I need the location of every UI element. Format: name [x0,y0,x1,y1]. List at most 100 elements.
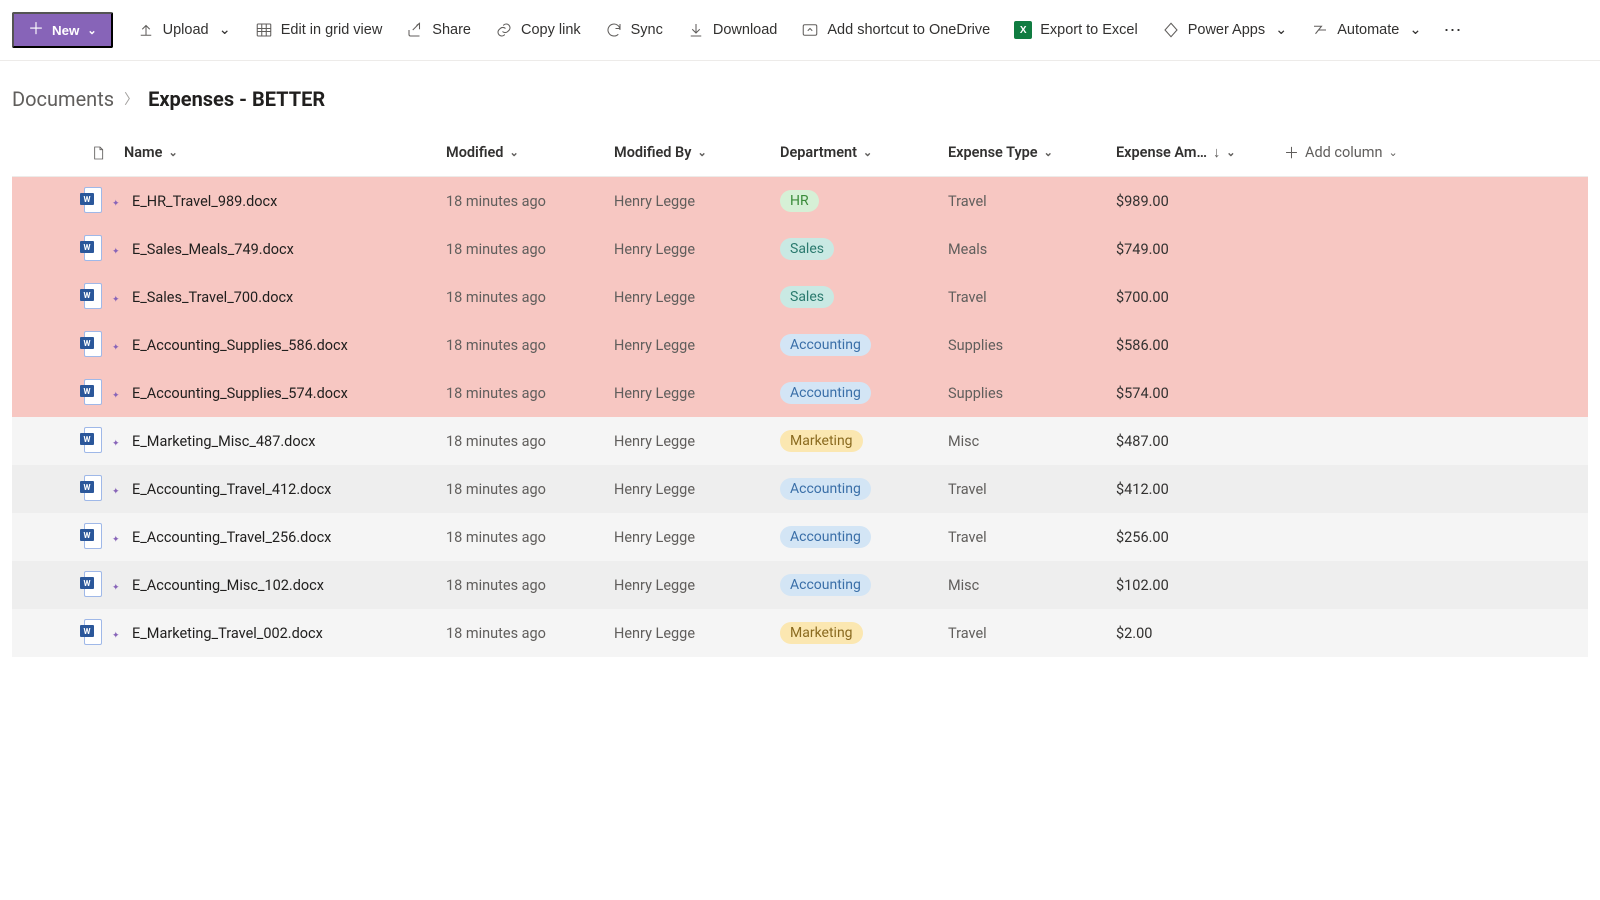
file-name-link[interactable]: E_HR_Travel_989.docx [132,193,277,210]
share-label: Share [432,22,471,38]
edit-grid-label: Edit in grid view [281,22,383,38]
word-doc-icon [80,331,100,355]
modified-by-cell[interactable]: Henry Legge [610,573,776,598]
table-row[interactable]: E_Sales_Travel_700.docx 18 minutes agoHen… [12,273,1588,321]
department-pill: Marketing [780,622,863,644]
expense-amount-column-header[interactable]: Expense Am… ↓ ⌄ [1112,132,1280,173]
modified-cell: 18 minutes ago [442,573,610,598]
file-name-link[interactable]: E_Accounting_Misc_102.docx [132,577,324,594]
expense-amount-cell: $574.00 [1112,381,1280,406]
name-column-header[interactable]: Name ⌄ [120,132,442,173]
table-row[interactable]: E_Accounting_Travel_256.docx 18 minutes a… [12,513,1588,561]
modified-by-cell[interactable]: Henry Legge [610,189,776,214]
chevron-down-icon: ⌄ [863,146,872,159]
breadcrumb-root[interactable]: Documents [12,87,114,111]
expense-amount-column-label: Expense Am… [1116,144,1207,161]
department-column-label: Department [780,144,857,161]
table-row[interactable]: E_Accounting_Travel_412.docx18 minutes a… [12,465,1588,513]
shortcut-icon [801,21,819,39]
file-name-link[interactable]: E_Marketing_Misc_487.docx [132,433,315,450]
sync-label: Sync [631,22,663,38]
automate-button[interactable]: Automate ⌄ [1301,15,1431,45]
department-pill: Accounting [780,382,871,404]
file-name-link[interactable]: E_Accounting_Supplies_574.docx [132,385,348,402]
more-actions-button[interactable]: ⋯ [1436,16,1470,45]
expense-type-column-header[interactable]: Expense Type ⌄ [944,132,1112,173]
add-column-label: Add column [1305,144,1383,161]
upload-button[interactable]: Upload ⌄ [127,15,241,45]
chevron-right-icon: 〉 [124,89,138,109]
table-row[interactable]: E_Marketing_Misc_487.docx 18 minutes agoH… [12,417,1588,465]
chevron-down-icon: ⌄ [509,146,518,159]
share-button[interactable]: Share [396,15,481,45]
expense-amount-cell: $749.00 [1112,237,1280,262]
modified-by-cell[interactable]: Henry Legge [610,477,776,502]
modified-by-cell[interactable]: Henry Legge [610,525,776,550]
modified-by-cell[interactable]: Henry Legge [610,621,776,646]
file-name-link[interactable]: E_Accounting_Travel_256.docx [132,529,331,546]
automate-label: Automate [1337,22,1399,38]
table-row[interactable]: E_Accounting_Supplies_586.docx 18 minutes… [12,321,1588,369]
modified-column-header[interactable]: Modified ⌄ [442,132,610,173]
modified-by-cell[interactable]: Henry Legge [610,381,776,406]
department-cell: Marketing [776,426,944,456]
word-doc-icon [80,475,100,499]
expense-amount-cell: $700.00 [1112,285,1280,310]
modified-by-cell[interactable]: Henry Legge [610,429,776,454]
department-pill: Accounting [780,526,871,548]
file-name-link[interactable]: E_Sales_Travel_700.docx [132,289,293,306]
modified-by-cell[interactable]: Henry Legge [610,285,776,310]
modified-by-cell[interactable]: Henry Legge [610,237,776,262]
new-button[interactable]: ＋ New ⌄ [12,12,113,48]
department-pill: Accounting [780,478,871,500]
modified-cell: 18 minutes ago [442,525,610,550]
expense-amount-cell: $256.00 [1112,525,1280,550]
table-row[interactable]: E_Accounting_Misc_102.docx 18 minutes ago… [12,561,1588,609]
expense-type-column-label: Expense Type [948,144,1038,161]
modified-cell: 18 minutes ago [442,285,610,310]
file-name-link[interactable]: E_Sales_Meals_749.docx [132,241,294,258]
modified-cell: 18 minutes ago [442,333,610,358]
department-cell: Sales [776,282,944,312]
modified-by-cell[interactable]: Henry Legge [610,333,776,358]
chevron-down-icon: ⌄ [1389,146,1398,159]
table-row[interactable]: E_Sales_Meals_749.docx18 minutes agoHenr… [12,225,1588,273]
breadcrumb: Documents 〉 Expenses - BETTER [0,61,1600,129]
expense-type-cell: Travel [944,285,1112,310]
modified-by-column-header[interactable]: Modified By ⌄ [610,132,776,173]
modified-column-label: Modified [446,144,503,161]
add-column-button[interactable]: ＋ Add column ⌄ [1280,130,1464,175]
department-cell: Accounting [776,522,944,552]
word-doc-icon [80,427,100,451]
document-list: Name ⌄ Modified ⌄ Modified By ⌄ Departme… [0,129,1600,657]
department-cell: Marketing [776,618,944,648]
expense-type-cell: Misc [944,573,1112,598]
file-name-link[interactable]: E_Accounting_Travel_412.docx [132,481,331,498]
download-button[interactable]: Download [677,15,788,45]
edit-grid-button[interactable]: Edit in grid view [245,15,393,45]
modified-cell: 18 minutes ago [442,429,610,454]
file-name-link[interactable]: E_Accounting_Supplies_586.docx [132,337,348,354]
table-row[interactable]: E_HR_Travel_989.docx18 minutes agoHenry … [12,177,1588,225]
chevron-down-icon: ⌄ [168,146,177,159]
department-column-header[interactable]: Department ⌄ [776,132,944,173]
copy-link-button[interactable]: Copy link [485,15,591,45]
expense-amount-cell: $412.00 [1112,477,1280,502]
word-doc-icon [80,619,100,643]
export-excel-button[interactable]: Export to Excel [1004,15,1148,45]
power-apps-button[interactable]: Power Apps ⌄ [1152,15,1298,45]
expense-amount-cell: $989.00 [1112,189,1280,214]
sync-button[interactable]: Sync [595,15,673,45]
add-shortcut-button[interactable]: Add shortcut to OneDrive [791,15,1000,45]
table-row[interactable]: E_Accounting_Supplies_574.docx18 minutes… [12,369,1588,417]
expense-type-cell: Misc [944,429,1112,454]
file-type-column-header[interactable] [76,145,120,161]
department-pill: Accounting [780,574,871,596]
chevron-down-icon: ⌄ [1275,22,1287,38]
department-pill: Sales [780,238,834,260]
file-name-link[interactable]: E_Marketing_Travel_002.docx [132,625,323,642]
table-row[interactable]: E_Marketing_Travel_002.docx18 minutes ag… [12,609,1588,657]
expense-amount-cell: $2.00 [1112,621,1280,646]
expense-type-cell: Travel [944,525,1112,550]
upload-icon [137,21,155,39]
